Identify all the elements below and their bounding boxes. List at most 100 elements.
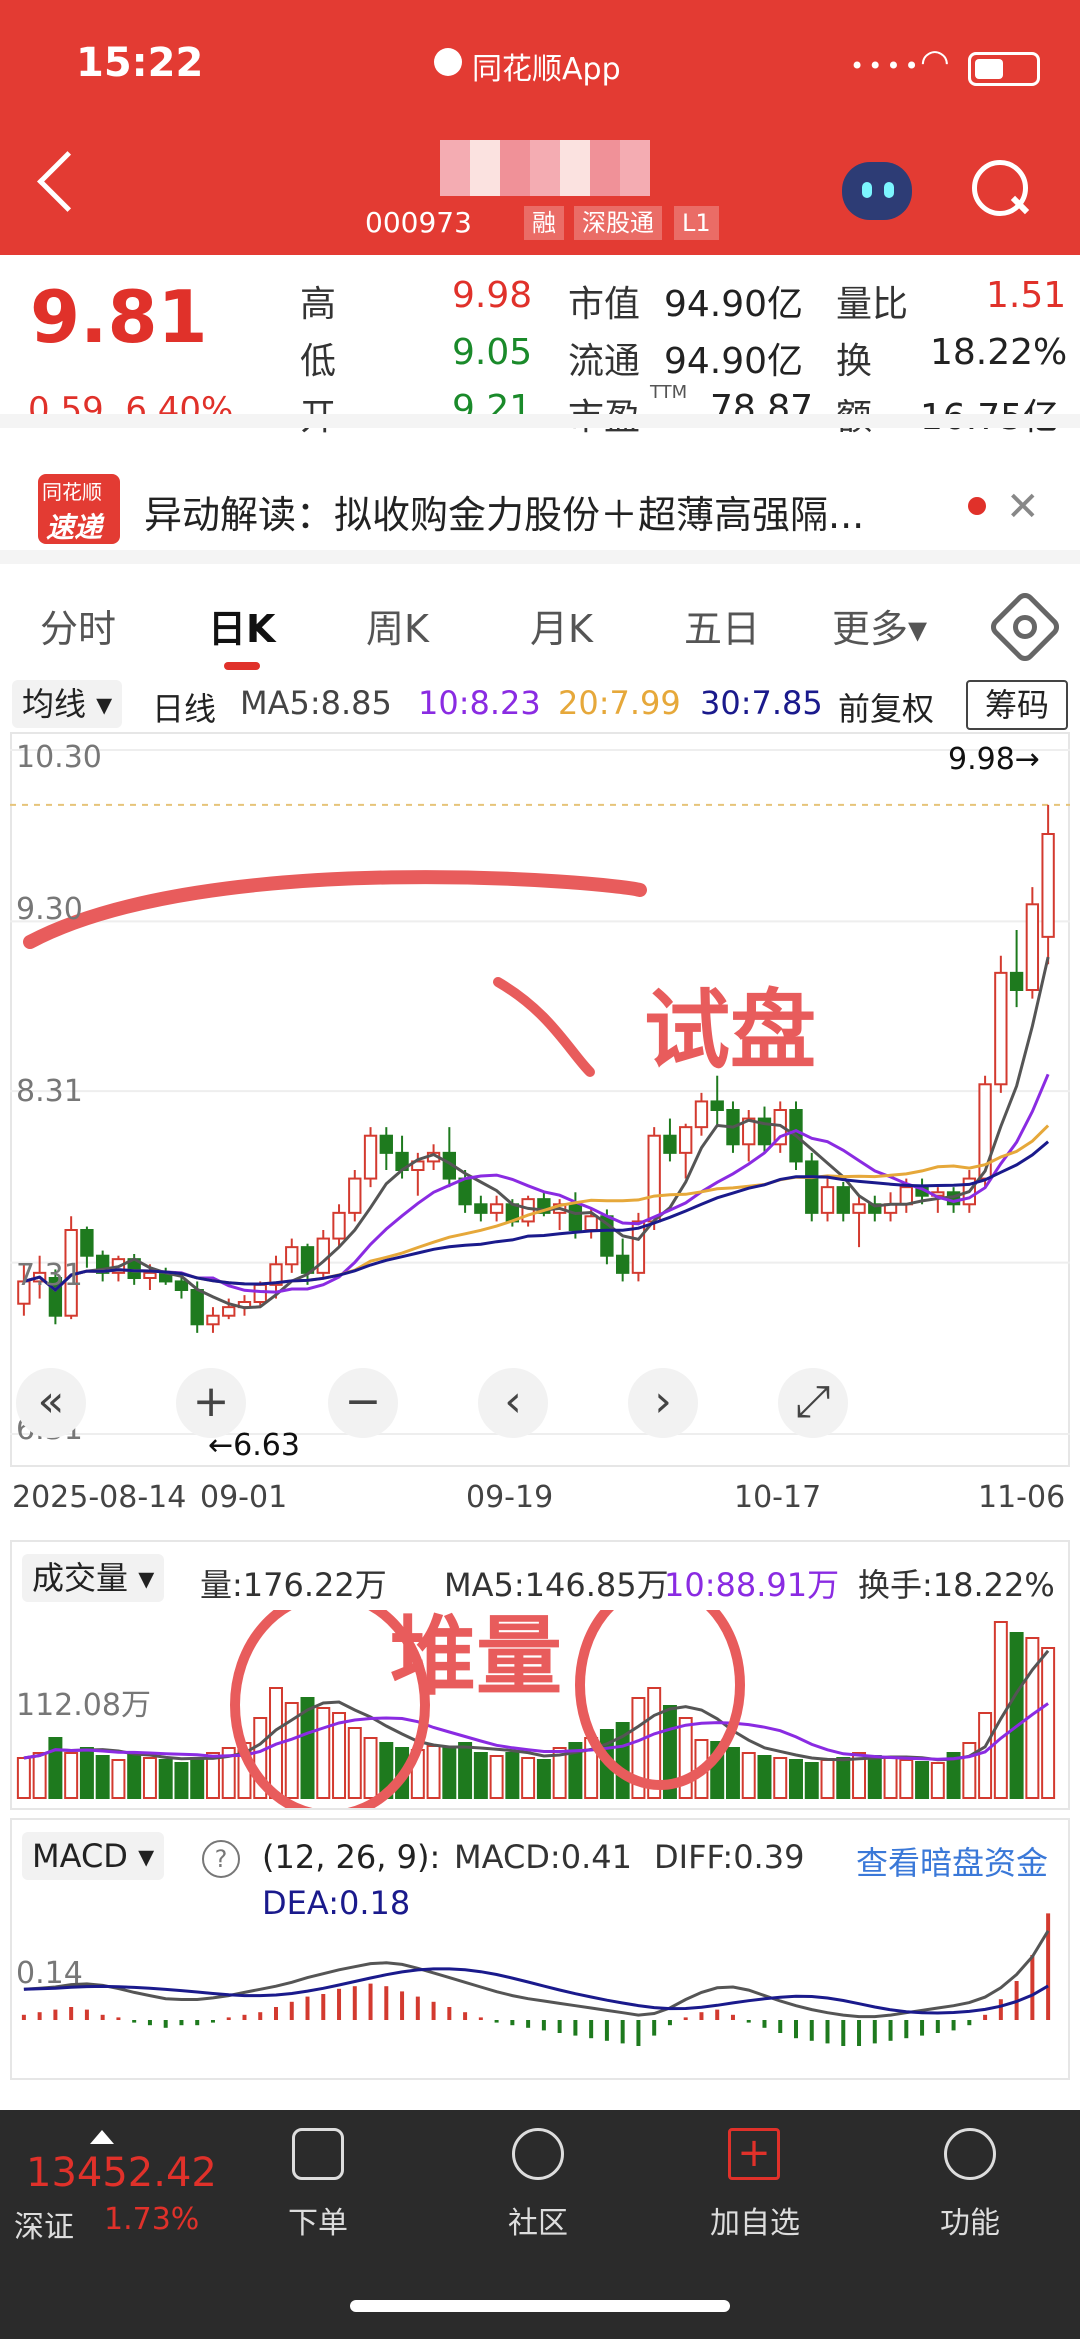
candle-down: [568, 1203, 583, 1231]
volume-bar-down: [505, 1752, 520, 1799]
add-watchlist-icon[interactable]: +: [728, 2128, 780, 2180]
tab-daily-k[interactable]: 日K: [208, 598, 275, 653]
zoom-out-button[interactable]: −: [328, 1368, 398, 1438]
volume-bar-up: [32, 1752, 47, 1799]
volume-selector[interactable]: 成交量 ▾: [22, 1554, 165, 1602]
zoom-in-button[interactable]: +: [176, 1368, 246, 1438]
candle-down: [615, 1254, 630, 1274]
x-tick: 09-01: [200, 1480, 288, 1515]
tab-weekly-k[interactable]: 周K: [366, 598, 429, 653]
nav-add-watchlist[interactable]: 加自选: [710, 2198, 800, 2242]
wifi-icon: ◠: [920, 42, 950, 82]
candle-down: [836, 1186, 850, 1214]
volume-bar-down: [48, 1737, 63, 1799]
annotation-underline: [23, 870, 647, 949]
volume-bar-up: [16, 1757, 31, 1799]
up-arrow-icon: [90, 2130, 114, 2144]
volume-bar-up: [1041, 1647, 1056, 1799]
candle-down: [80, 1229, 94, 1257]
candle-up: [316, 1237, 330, 1274]
macd-chart[interactable]: [10, 1910, 1070, 2076]
volume-bar-down: [804, 1762, 819, 1799]
candle-up: [222, 1306, 236, 1317]
index-value[interactable]: 13452.42: [26, 2150, 217, 2196]
robot-eye: [862, 182, 872, 198]
volume-bar-up: [773, 1757, 788, 1799]
macd-selector[interactable]: MACD ▾: [22, 1832, 165, 1880]
nav-community[interactable]: 社区: [508, 2198, 568, 2242]
close-icon[interactable]: ✕: [1006, 484, 1040, 530]
scroll-left-fast-button[interactable]: «: [16, 1368, 86, 1438]
volume-bar-up: [426, 1745, 441, 1799]
index-change-pct: 1.73%: [104, 2202, 200, 2237]
y-tick: 8.31: [16, 1074, 83, 1109]
ma-selector[interactable]: 均线 ▾: [12, 680, 123, 728]
tab-more[interactable]: 更多▾: [832, 598, 927, 653]
candle-up: [285, 1246, 299, 1266]
x-tick: 11-06: [978, 1480, 1066, 1515]
robot-assistant-icon[interactable]: [842, 162, 912, 220]
max-price-label: 9.98→: [948, 742, 1040, 777]
candle-down: [474, 1203, 488, 1214]
adjust-mode[interactable]: 前复权: [838, 684, 934, 730]
settings-icon-inner: [1013, 615, 1037, 639]
menu-icon[interactable]: [944, 2128, 996, 2180]
annotation-volume: 堆量: [390, 1607, 562, 1707]
x-tick: 10-17: [734, 1480, 822, 1515]
annotation-arrow: [493, 977, 595, 1077]
diff-line: [23, 1930, 1050, 2019]
candle-down: [1009, 971, 1024, 992]
x-tick: 09-19: [466, 1480, 554, 1515]
help-icon[interactable]: ?: [202, 1840, 240, 1878]
tab-five-day[interactable]: 五日: [684, 598, 760, 653]
scroll-left-button[interactable]: ‹: [478, 1368, 548, 1438]
volume-bar-up: [64, 1752, 79, 1799]
volume-bar-up: [930, 1762, 945, 1799]
candle-up: [253, 1283, 267, 1303]
tag-connect: 深股通: [574, 206, 662, 240]
volume-bar-down: [127, 1752, 142, 1799]
dark-pool-link[interactable]: 查看暗盘资金: [856, 1838, 1048, 1884]
candle-up: [852, 1203, 866, 1214]
scroll-right-button[interactable]: ›: [628, 1368, 698, 1438]
volume-bar-down: [174, 1762, 189, 1799]
order-icon[interactable]: [292, 2128, 344, 2180]
candle-down: [300, 1246, 315, 1274]
kline-chart[interactable]: [10, 732, 1070, 1467]
tag-level: L1: [674, 206, 719, 240]
index-name: 深证: [14, 2210, 74, 2245]
volume-bar-up: [111, 1759, 126, 1799]
candle-down: [458, 1177, 472, 1206]
volume-bar-up: [978, 1712, 993, 1799]
volume-bar-down: [190, 1757, 205, 1799]
quote-label-float: 流通: [568, 341, 641, 382]
period-label: 日线: [152, 690, 217, 728]
news-text[interactable]: 异动解读：拟收购金力股份＋超薄高强隔...: [144, 484, 864, 539]
volume-bar-up: [142, 1757, 157, 1799]
candle-up: [679, 1126, 693, 1154]
quote-value-turnover: 18.22%: [930, 332, 1068, 373]
tab-monthly-k[interactable]: 月K: [530, 598, 593, 653]
app-name: 同花顺App: [472, 52, 621, 87]
quote-value-mktcap: 94.90亿: [664, 284, 804, 325]
stock-code: 000973: [365, 206, 472, 239]
quote-value-high: 9.98: [452, 275, 533, 316]
chip-distribution-button[interactable]: 筹码: [966, 680, 1068, 730]
candle-up: [1025, 903, 1040, 992]
candle-up: [647, 1134, 661, 1223]
candle-down: [174, 1280, 189, 1292]
volume-bar-down: [789, 1759, 803, 1799]
tab-intraday[interactable]: 分时: [40, 598, 116, 653]
candle-up: [584, 1215, 598, 1231]
tab-active-indicator: [224, 662, 260, 670]
app-logo-icon: [434, 48, 462, 76]
nav-order[interactable]: 下单: [288, 2198, 348, 2242]
candle-down: [190, 1289, 204, 1326]
fullscreen-button[interactable]: ⤢: [778, 1368, 848, 1438]
community-icon[interactable]: [512, 2128, 564, 2180]
nav-functions[interactable]: 功能: [940, 2198, 1000, 2242]
volume-bar-down: [442, 1747, 457, 1799]
candle-up: [143, 1271, 157, 1279]
volume-bar-up: [316, 1707, 331, 1799]
candle-up: [489, 1203, 504, 1214]
